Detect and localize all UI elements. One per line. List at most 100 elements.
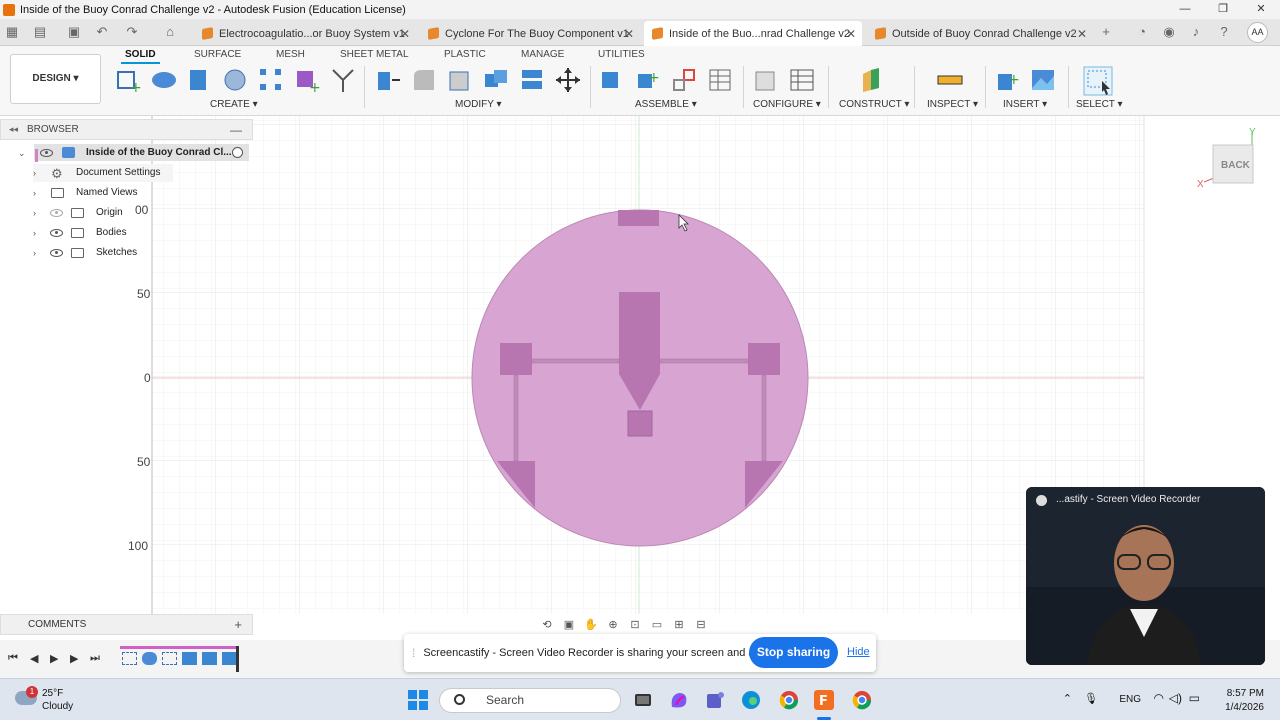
go-to-start-icon[interactable]: ⏮ xyxy=(8,652,18,665)
chevron-right-icon[interactable]: › xyxy=(33,168,36,178)
wifi-icon[interactable]: ◠ xyxy=(1154,691,1164,705)
visibility-eye-icon[interactable] xyxy=(50,249,63,257)
inspect-group-label[interactable]: INSPECT ▾ xyxy=(927,99,978,110)
teams-icon[interactable] xyxy=(704,689,726,711)
configure-group-label[interactable]: CONFIGURE ▾ xyxy=(753,99,821,110)
zoom-icon[interactable]: ⊕ xyxy=(604,618,622,631)
select-icon[interactable] xyxy=(1083,66,1113,96)
measure-icon[interactable] xyxy=(936,66,964,94)
derive-icon[interactable] xyxy=(329,66,357,94)
press-pull-icon[interactable] xyxy=(374,66,402,94)
hide-share-bar-link[interactable]: Hide xyxy=(847,646,870,658)
fillet-icon[interactable] xyxy=(410,66,438,94)
chevron-right-icon[interactable]: › xyxy=(33,188,36,198)
extrude-icon[interactable] xyxy=(185,66,213,94)
tab-mesh[interactable]: MESH xyxy=(276,49,305,60)
select-group-label[interactable]: SELECT ▾ xyxy=(1076,99,1123,110)
view-cube[interactable]: BACK X Y xyxy=(1197,127,1256,190)
grid-settings-icon[interactable]: ⊞ xyxy=(670,618,688,631)
chevron-right-icon[interactable]: › xyxy=(33,248,36,258)
collapse-arrows-icon[interactable]: ◂◂ xyxy=(9,124,18,135)
timeline-extrude-feature[interactable] xyxy=(202,652,217,665)
assemble-group-label[interactable]: ASSEMBLE ▾ xyxy=(635,99,697,110)
step-back-icon[interactable]: ◀ xyxy=(30,652,38,665)
chevron-up-icon[interactable]: ⌃ xyxy=(1063,692,1072,705)
shell-icon[interactable] xyxy=(446,66,474,94)
configure-table-icon[interactable] xyxy=(788,66,816,94)
tab-plastic[interactable]: PLASTIC xyxy=(444,49,486,60)
insert-canvas-icon[interactable] xyxy=(1029,66,1057,94)
language-indicator[interactable]: ENG xyxy=(1119,694,1141,705)
fit-icon[interactable]: ⊡ xyxy=(626,618,644,631)
browser-item-document-settings[interactable]: › ⚙ Document Settings xyxy=(33,164,173,182)
create-group-label[interactable]: CREATE ▾ xyxy=(210,99,258,110)
drag-handle-icon[interactable]: ⁞ xyxy=(412,646,415,660)
revolve-icon[interactable] xyxy=(221,66,249,94)
app-grid-icon[interactable]: ▦ xyxy=(4,24,20,40)
workspace-design-dropdown[interactable]: DESIGN ▾ xyxy=(10,54,101,104)
doc-tab-cyclone[interactable]: Cyclone For The Buoy Component v1 ✕ xyxy=(420,21,640,46)
modify-group-label[interactable]: MODIFY ▾ xyxy=(455,99,502,110)
chrome-icon[interactable] xyxy=(851,689,873,711)
battery-icon[interactable]: ▭ xyxy=(1189,691,1200,705)
close-tab-icon[interactable]: ✕ xyxy=(1077,27,1087,41)
joint-icon[interactable]: + xyxy=(634,66,662,94)
play-icon[interactable]: ▶ xyxy=(50,652,58,665)
taskbar-clock[interactable]: 8:57 PM 1/4/2026 xyxy=(1225,687,1264,715)
volume-icon[interactable]: ◁) xyxy=(1169,691,1182,705)
orbit-icon[interactable]: ⟲ xyxy=(538,618,556,631)
as-built-joint-icon[interactable] xyxy=(670,66,698,94)
look-at-icon[interactable]: ▣ xyxy=(560,618,578,631)
browser-header[interactable]: ◂◂ BROWSER — xyxy=(0,119,253,140)
chevron-right-icon[interactable]: › xyxy=(33,208,36,218)
split-body-icon[interactable] xyxy=(518,66,546,94)
hidden-eye-icon[interactable] xyxy=(50,209,63,217)
microphone-icon[interactable]: 🎙 xyxy=(1084,692,1098,705)
add-comment-icon[interactable]: + xyxy=(234,615,242,635)
tab-surface[interactable]: SURFACE xyxy=(194,49,241,60)
browser-item-sketches[interactable]: › Sketches xyxy=(33,244,173,262)
create-component-icon[interactable]: + xyxy=(293,66,321,94)
go-to-end-icon[interactable]: ⏭ xyxy=(90,652,100,665)
tab-sheet-metal[interactable]: SHEET METAL xyxy=(340,49,409,60)
undo-icon[interactable]: ↶ xyxy=(94,24,110,40)
redo-icon[interactable]: ↷ xyxy=(124,24,140,40)
chevron-down-icon[interactable]: ⌄ xyxy=(18,148,26,159)
tab-utilities[interactable]: UTILITIES xyxy=(598,49,645,60)
insert-group-label[interactable]: INSERT ▾ xyxy=(1003,99,1047,110)
insert-derive-icon[interactable]: + xyxy=(994,66,1022,94)
file-menu-icon[interactable]: ▤ xyxy=(32,24,48,40)
browser-item-origin[interactable]: › Origin xyxy=(33,204,173,222)
doc-tab-electrocoagulation[interactable]: Electrocoagulatio...or Buoy System v1 ✕ xyxy=(194,21,416,46)
doc-tab-inside-buoy[interactable]: Inside of the Buo...nrad Challenge v2 ✕ xyxy=(644,21,862,46)
browser-root-item[interactable]: ⌄ Inside of the Buoy Conrad Cl... xyxy=(16,144,250,162)
activate-radio-icon[interactable] xyxy=(232,147,243,158)
doc-tab-outside-buoy[interactable]: Outside of Buoy Conrad Challenge v2 ✕ xyxy=(867,21,1093,46)
maximize-button[interactable]: ❐ xyxy=(1204,0,1242,19)
task-view-icon[interactable] xyxy=(632,689,654,711)
copilot-icon[interactable] xyxy=(668,689,690,711)
close-tab-icon[interactable]: ✕ xyxy=(624,27,634,41)
screen-recorder-window[interactable]: ...astify - Screen Video Recorder xyxy=(1026,487,1265,665)
new-component-icon[interactable] xyxy=(598,66,626,94)
browser-item-named-views[interactable]: › Named Views xyxy=(33,184,173,202)
close-window-button[interactable]: ✕ xyxy=(1242,0,1280,19)
pattern-icon[interactable] xyxy=(257,66,285,94)
chevron-right-icon[interactable]: › xyxy=(33,228,36,238)
windows-start-icon[interactable] xyxy=(407,689,429,711)
minimize-button[interactable]: — xyxy=(1166,0,1204,19)
table-icon[interactable] xyxy=(706,66,734,94)
offset-plane-icon[interactable] xyxy=(857,66,885,94)
browser-item-bodies[interactable]: › Bodies xyxy=(33,224,173,242)
close-tab-icon[interactable]: ✕ xyxy=(846,27,856,41)
timeline-sketch-feature[interactable] xyxy=(162,652,177,665)
step-forward-icon[interactable]: ▶ xyxy=(70,652,78,665)
configure-icon[interactable] xyxy=(752,66,780,94)
move-copy-icon[interactable] xyxy=(554,66,582,94)
help-icon[interactable]: ? xyxy=(1216,24,1232,40)
user-avatar[interactable]: AA xyxy=(1247,22,1268,43)
comments-panel[interactable]: COMMENTS + xyxy=(0,614,253,635)
timeline-extrude-feature[interactable] xyxy=(222,652,237,665)
minimize-panel-icon[interactable]: — xyxy=(230,123,242,137)
left-block[interactable] xyxy=(500,343,532,375)
